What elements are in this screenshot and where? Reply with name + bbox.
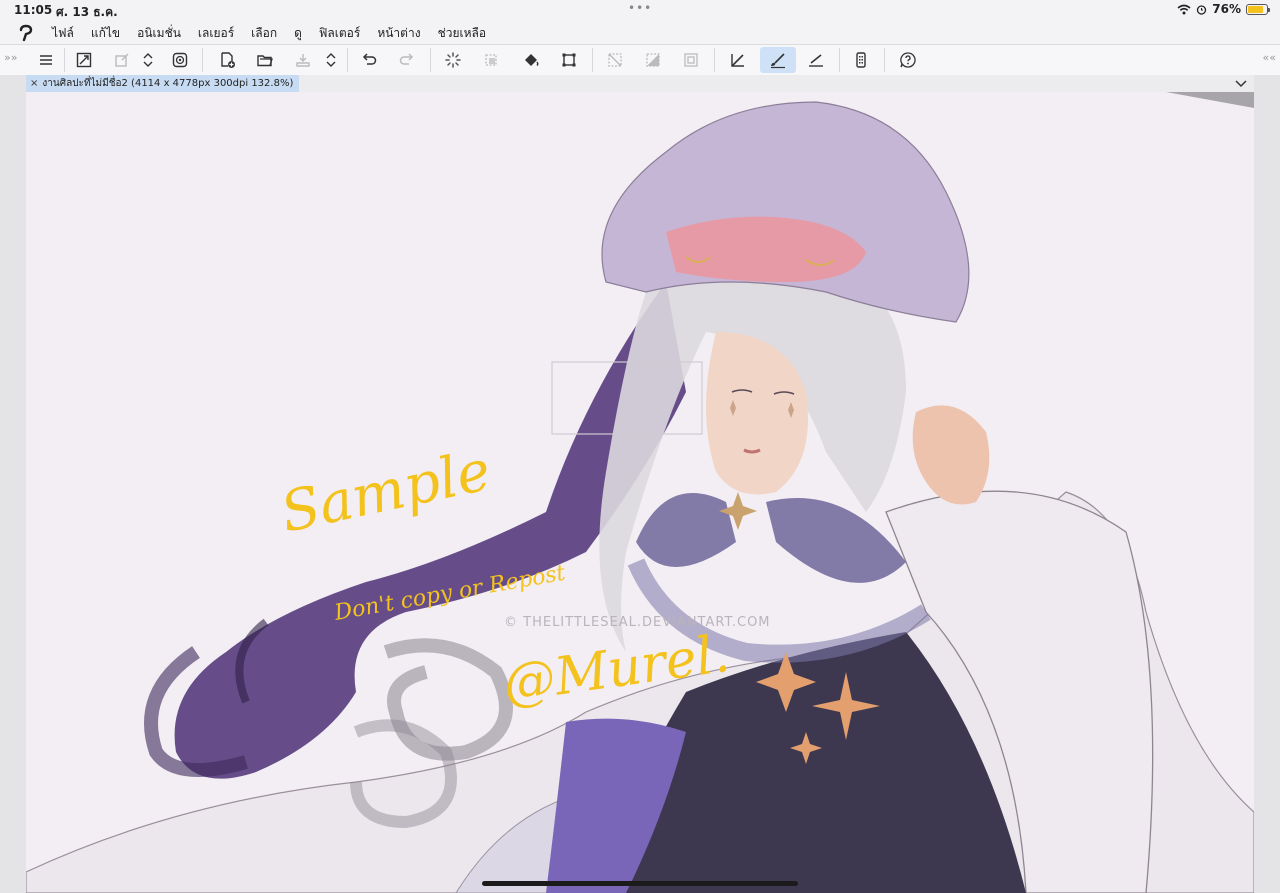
deselect-icon: [608, 53, 622, 67]
deselect-button[interactable]: [600, 47, 630, 73]
menu-animation[interactable]: อนิเมชั่น: [137, 24, 181, 43]
eraser-pen-icon: [809, 54, 823, 67]
invert-selection-icon: [646, 53, 660, 67]
alarm-icon: [1197, 4, 1207, 15]
menu-select[interactable]: เลือก: [251, 24, 277, 43]
fill-button[interactable]: [516, 47, 546, 73]
multitasking-dots[interactable]: •••: [628, 1, 652, 15]
help-button[interactable]: [893, 47, 923, 73]
open-file-button[interactable]: [250, 47, 280, 73]
eraser-pen-button[interactable]: [801, 47, 831, 73]
new-canvas-icon: [221, 52, 235, 68]
chevron-down-icon[interactable]: [1234, 76, 1248, 90]
status-time: 11:05: [14, 3, 53, 17]
artwork: © THELITTLESEAL.DEVIANTART.COM Sample Do…: [26, 92, 1254, 893]
menu-file[interactable]: ไฟล์: [52, 24, 74, 43]
close-tab-icon[interactable]: ×: [30, 78, 38, 89]
menu-edit[interactable]: แก้ไข: [91, 24, 120, 43]
fit-icon: [76, 52, 92, 68]
collapse-right-arrows[interactable]: ««: [1263, 51, 1276, 64]
updown-icon: [143, 53, 153, 67]
transform-toggle[interactable]: [137, 47, 159, 73]
transform-icon: [115, 53, 129, 67]
selection-border-icon: [684, 53, 698, 67]
fit-screen-button[interactable]: [69, 47, 99, 73]
help-icon: [900, 52, 916, 68]
battery-percent: 76%: [1212, 2, 1241, 16]
site-watermark: © THELITTLESEAL.DEVIANTART.COM: [504, 615, 771, 630]
clear-layer-icon: [485, 54, 497, 66]
ruler-pen-icon: [731, 54, 744, 67]
new-canvas-button[interactable]: [212, 47, 242, 73]
crop-icon: [562, 53, 576, 67]
right-gutter: [1254, 75, 1280, 893]
invert-selection-button[interactable]: [638, 47, 668, 73]
command-bar: »» ««: [0, 44, 1280, 76]
fill-bucket-icon: [525, 54, 539, 66]
crop-button[interactable]: [554, 47, 584, 73]
loading-icon: [445, 52, 461, 68]
menu-icon: [40, 55, 52, 65]
clear-layer-button[interactable]: [476, 47, 506, 73]
status-indicators: 76%: [1177, 2, 1270, 16]
left-gutter: [0, 75, 26, 893]
selection-border-button[interactable]: [676, 47, 706, 73]
document-tab-bar: × งานศิลปะที่ไม่มีชื่อ2 (4114 x 4778px 3…: [26, 75, 1254, 92]
wifi-icon: [1177, 4, 1191, 14]
collapse-left-arrows[interactable]: »»: [4, 51, 17, 64]
save-toggle[interactable]: [320, 47, 342, 73]
document-tab-label: งานศิลปะที่ไม่มีชื่อ2 (4114 x 4778px 300…: [42, 78, 294, 89]
clip-studio-logo-icon[interactable]: [16, 23, 36, 43]
home-indicator[interactable]: [482, 881, 798, 886]
drawing-canvas[interactable]: © THELITTLESEAL.DEVIANTART.COM Sample Do…: [26, 92, 1254, 893]
save-cloud-icon: [296, 54, 310, 67]
redo-icon: [399, 53, 414, 65]
redo-button[interactable]: [392, 47, 422, 73]
menu-view[interactable]: ดู: [294, 24, 302, 43]
device-settings-button[interactable]: [846, 47, 876, 73]
brush-icon: [771, 53, 785, 69]
menu-help[interactable]: ช่วยเหลือ: [438, 24, 487, 43]
updown-icon: [326, 53, 336, 67]
device-icon: [856, 52, 866, 68]
transform-button[interactable]: [107, 47, 137, 73]
document-tab[interactable]: × งานศิลปะที่ไม่มีชื่อ2 (4114 x 4778px 3…: [26, 75, 300, 92]
battery-icon: [1246, 3, 1270, 15]
status-date: ศ. 13 ธ.ค.: [56, 5, 118, 19]
undo-icon: [362, 53, 377, 65]
menu-button[interactable]: [31, 47, 61, 73]
processing-indicator: [438, 47, 468, 73]
open-folder-icon: [257, 55, 273, 67]
menu-bar: ไฟล์ แก้ไข อนิเมชั่น เลเยอร์ เลือก ดู ฟิ…: [0, 22, 1280, 44]
menu-filter[interactable]: ฟิลเตอร์: [319, 24, 360, 43]
save-button[interactable]: [288, 47, 318, 73]
brush-button[interactable]: [760, 47, 796, 73]
quick-access-button[interactable]: [165, 47, 195, 73]
spiral-icon: [172, 52, 188, 68]
menu-layer[interactable]: เลเยอร์: [198, 24, 234, 43]
status-bar: 11:05 ศ. 13 ธ.ค. ••• 76%: [0, 0, 1280, 22]
menu-window[interactable]: หน้าต่าง: [377, 24, 420, 43]
undo-button[interactable]: [354, 47, 384, 73]
ruler-pen-button[interactable]: [723, 47, 753, 73]
